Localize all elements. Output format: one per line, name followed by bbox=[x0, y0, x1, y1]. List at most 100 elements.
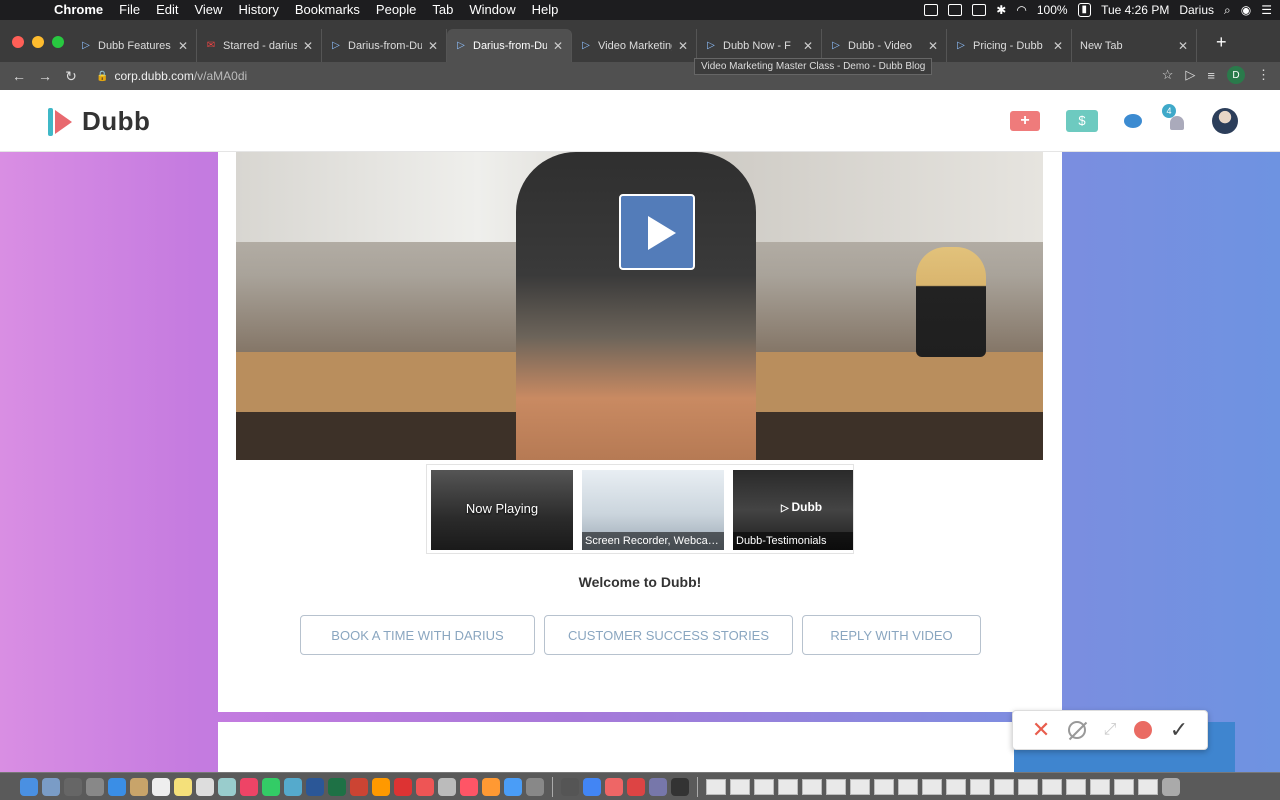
minimized-window[interactable] bbox=[898, 778, 918, 795]
book-time-button[interactable]: BOOK A TIME WITH DARIUS bbox=[300, 615, 535, 655]
photos-icon[interactable] bbox=[240, 777, 258, 796]
minimized-window[interactable] bbox=[754, 778, 774, 795]
minimized-window[interactable] bbox=[1066, 778, 1086, 795]
notification-center-icon[interactable]: ☰ bbox=[1261, 3, 1272, 17]
browser-tab[interactable]: ▷ Darius-from-Dubb ✕ bbox=[322, 29, 447, 62]
user-name[interactable]: Darius bbox=[1179, 3, 1214, 17]
minimized-window[interactable] bbox=[874, 778, 894, 795]
playlist-item[interactable]: Now Playing bbox=[431, 470, 573, 550]
system-preferences-icon[interactable] bbox=[526, 777, 544, 796]
close-tab-icon[interactable]: ✕ bbox=[803, 39, 813, 53]
preview-icon[interactable] bbox=[218, 777, 236, 796]
minimize-window-button[interactable] bbox=[32, 36, 44, 48]
more-menu-icon[interactable]: ⋮ bbox=[1257, 67, 1270, 83]
calendar-icon[interactable] bbox=[152, 777, 170, 796]
close-tab-icon[interactable]: ✕ bbox=[1053, 39, 1063, 53]
menu-history[interactable]: History bbox=[230, 0, 286, 20]
close-tab-icon[interactable]: ✕ bbox=[678, 39, 688, 53]
dubb-logo[interactable]: Dubb bbox=[48, 106, 150, 137]
terminal-icon[interactable] bbox=[671, 777, 689, 796]
maximize-window-button[interactable] bbox=[52, 36, 64, 48]
back-arrow-icon[interactable]: ← bbox=[6, 68, 32, 84]
menu-help[interactable]: Help bbox=[524, 0, 567, 20]
minimized-window[interactable] bbox=[1114, 778, 1134, 795]
chat-icon[interactable] bbox=[1124, 114, 1142, 128]
menu-tab[interactable]: Tab bbox=[424, 0, 461, 20]
acrobat-icon[interactable] bbox=[394, 777, 412, 796]
skype-icon[interactable] bbox=[284, 777, 302, 796]
profile-avatar[interactable]: D bbox=[1227, 66, 1245, 84]
wifi-icon[interactable]: ◠ bbox=[1016, 3, 1026, 17]
minimized-window[interactable] bbox=[1138, 778, 1158, 795]
video-player[interactable] bbox=[236, 152, 1043, 460]
minimized-window[interactable] bbox=[970, 778, 990, 795]
browser-tab-active[interactable]: ▷ Darius-from-Dubb ✕ bbox=[447, 29, 572, 62]
menu-window[interactable]: Window bbox=[461, 0, 523, 20]
bluetooth-icon[interactable]: ✱ bbox=[996, 3, 1006, 17]
browser-tab[interactable]: ▷ Video Marketing ✕ bbox=[572, 29, 697, 62]
messages-icon[interactable] bbox=[262, 777, 280, 796]
browser-tab[interactable]: ✉ Starred - darius ✕ bbox=[197, 29, 322, 62]
minimized-window[interactable] bbox=[1090, 778, 1110, 795]
activity-monitor-icon[interactable] bbox=[561, 777, 579, 796]
record-video-icon[interactable]: + bbox=[1010, 111, 1040, 131]
blocked-app-icon[interactable] bbox=[416, 777, 434, 796]
menu-people[interactable]: People bbox=[368, 0, 424, 20]
app-store-icon[interactable] bbox=[504, 777, 522, 796]
battery-icon[interactable]: ▮ bbox=[1077, 3, 1092, 17]
siri-icon[interactable]: ◉ bbox=[1241, 3, 1251, 17]
minimized-window[interactable] bbox=[922, 778, 942, 795]
books-icon[interactable] bbox=[482, 777, 500, 796]
minimized-window[interactable] bbox=[1042, 778, 1062, 795]
webcam-off-icon[interactable] bbox=[1067, 721, 1086, 739]
dubb-extension-icon[interactable]: ▷ bbox=[1185, 67, 1195, 83]
browser-tab[interactable]: ▷ Pricing - Dubb ✕ bbox=[947, 29, 1072, 62]
minimized-window[interactable] bbox=[1018, 778, 1038, 795]
dock-app-icon[interactable] bbox=[605, 777, 623, 796]
finish-recording-icon[interactable]: ✓ bbox=[1170, 717, 1188, 743]
expand-icon[interactable]: ⤢ bbox=[1104, 721, 1117, 739]
close-tab-icon[interactable]: ✕ bbox=[928, 39, 938, 53]
minimized-window[interactable] bbox=[946, 778, 966, 795]
cloud-icon[interactable] bbox=[948, 4, 963, 16]
minimized-window[interactable] bbox=[730, 778, 750, 795]
close-tab-icon[interactable]: ✕ bbox=[553, 39, 563, 53]
play-button[interactable] bbox=[619, 194, 695, 270]
trash-icon[interactable] bbox=[1162, 777, 1180, 796]
minimized-window[interactable] bbox=[850, 778, 870, 795]
close-tab-icon[interactable]: ✕ bbox=[303, 39, 313, 53]
notifications-bell-icon[interactable]: 4 bbox=[1162, 104, 1186, 130]
customer-stories-button[interactable]: CUSTOMER SUCCESS STORIES bbox=[544, 615, 793, 655]
finder-icon[interactable] bbox=[20, 777, 38, 796]
textedit-icon[interactable] bbox=[196, 777, 214, 796]
airplay-icon[interactable] bbox=[972, 4, 987, 16]
close-tab-icon[interactable]: ✕ bbox=[1178, 39, 1188, 53]
creative-cloud-icon[interactable] bbox=[924, 4, 939, 16]
stickies-icon[interactable] bbox=[174, 777, 192, 796]
browser-tab[interactable]: New Tab ✕ bbox=[1072, 29, 1197, 62]
outlook-icon[interactable] bbox=[372, 777, 390, 796]
user-avatar[interactable] bbox=[1212, 108, 1238, 134]
safari-icon[interactable] bbox=[108, 777, 126, 796]
powerpoint-icon[interactable] bbox=[350, 777, 368, 796]
reply-video-button[interactable]: REPLY WITH VIDEO bbox=[802, 615, 981, 655]
music-icon[interactable] bbox=[460, 777, 478, 796]
menu-edit[interactable]: Edit bbox=[148, 0, 186, 20]
forward-arrow-icon[interactable]: → bbox=[32, 68, 58, 84]
help-icon[interactable] bbox=[64, 777, 82, 796]
browser-tab[interactable]: ▷ Dubb Features ✕ bbox=[72, 29, 197, 62]
close-tab-icon[interactable]: ✕ bbox=[178, 39, 188, 53]
reload-icon[interactable]: ↻ bbox=[58, 68, 84, 85]
menu-file[interactable]: File bbox=[111, 0, 148, 20]
close-window-button[interactable] bbox=[12, 36, 24, 48]
close-tab-icon[interactable]: ✕ bbox=[428, 39, 438, 53]
chrome-icon[interactable] bbox=[583, 777, 601, 796]
reading-list-icon[interactable]: ≡ bbox=[1207, 68, 1215, 83]
record-dot-icon[interactable] bbox=[1134, 721, 1153, 739]
playlist-item[interactable]: Dubb Dubb-Testimonials bbox=[733, 470, 853, 550]
excel-icon[interactable] bbox=[328, 777, 346, 796]
address-bar[interactable]: 🔒 corp.dubb.com/v/aMA0di bbox=[96, 64, 1146, 88]
lock-icon[interactable]: 🔒 bbox=[96, 71, 108, 82]
dock-app-icon[interactable] bbox=[627, 777, 645, 796]
new-tab-plus-icon[interactable]: + bbox=[1216, 32, 1227, 53]
